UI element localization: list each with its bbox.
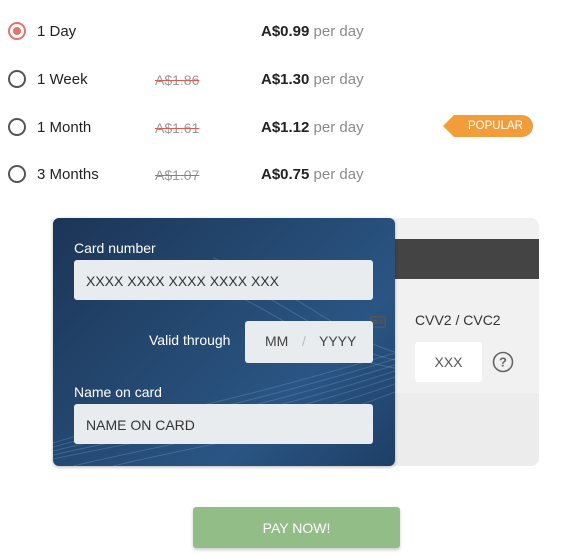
- card-back-lower-band: [378, 393, 539, 466]
- card-number-placeholder: XXXX XXXX XXXX XXXX XXX: [86, 273, 279, 289]
- cvv-label: CVV2 / CVC2: [415, 312, 501, 328]
- question-circle-icon[interactable]: ?: [492, 351, 514, 373]
- old-price: A$1.61: [155, 120, 200, 136]
- plan-option-1-day[interactable]: 1 Day A$0.99 per day: [8, 20, 568, 44]
- plan-option-1-week[interactable]: 1 Week A$1.86 A$1.30 per day: [8, 68, 568, 92]
- plan-price: A$1.12 per day: [261, 119, 364, 136]
- card-front: Card number XXXX XXXX XXXX XXXX XXX Vali…: [53, 218, 395, 466]
- plan-label: 3 Months: [37, 166, 99, 183]
- plan-label: 1 Month: [37, 119, 92, 136]
- name-on-card-label: Name on card: [74, 384, 162, 400]
- price-unit: per day: [313, 23, 364, 40]
- plan-price: A$0.75 per day: [261, 166, 364, 183]
- plan-label: 1 Day: [37, 23, 77, 40]
- popular-badge: POPULAR: [443, 115, 533, 137]
- price-value: A$1.30: [261, 71, 310, 88]
- valid-through-label: Valid through: [149, 332, 231, 348]
- old-price: A$1.86: [155, 72, 200, 88]
- old-price: A$1.07: [155, 167, 200, 183]
- price-unit: per day: [313, 119, 364, 136]
- radio-selected-icon[interactable]: [8, 22, 26, 40]
- price-unit: per day: [313, 71, 364, 88]
- plan-option-3-months[interactable]: 3 Months A$1.07 A$0.75 per day: [8, 163, 568, 187]
- plan-label: 1 Week: [37, 71, 88, 88]
- plan-price: A$0.99 per day: [261, 23, 364, 40]
- price-value: A$0.75: [261, 166, 310, 183]
- price-value: A$1.12: [261, 119, 310, 136]
- magnetic-stripe: [378, 239, 539, 279]
- expiry-input[interactable]: MM / YYYY: [245, 321, 373, 363]
- price-value: A$0.99: [261, 23, 310, 40]
- cvv-input[interactable]: XXX: [415, 342, 482, 382]
- card-number-input[interactable]: XXXX XXXX XXXX XXXX XXX: [74, 260, 386, 328]
- plan-price: A$1.30 per day: [261, 71, 364, 88]
- card-number-label: Card number: [74, 240, 156, 256]
- radio-icon[interactable]: [8, 118, 26, 136]
- name-on-card-input[interactable]: NAME ON CARD: [74, 404, 373, 444]
- price-unit: per day: [313, 166, 364, 183]
- pay-now-button[interactable]: PAY NOW!: [193, 507, 400, 548]
- expiry-separator: /: [302, 333, 306, 349]
- svg-text:?: ?: [499, 355, 507, 370]
- name-on-card-placeholder: NAME ON CARD: [86, 417, 195, 433]
- radio-icon[interactable]: [8, 70, 26, 88]
- radio-icon[interactable]: [8, 165, 26, 183]
- card-back: CVV2 / CVC2 XXX ?: [378, 218, 539, 466]
- expiry-month-placeholder: MM: [265, 333, 289, 349]
- expiry-year-placeholder: YYYY: [319, 333, 357, 349]
